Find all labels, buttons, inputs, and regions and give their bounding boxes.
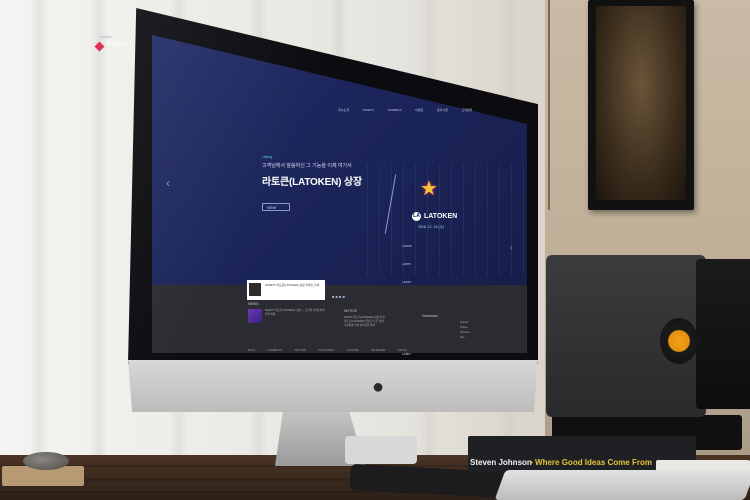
nav-item[interactable]: STARXT [363, 108, 375, 112]
topbar-link[interactable]: SIGNUP [100, 35, 112, 39]
site-logo[interactable]: STARXT [106, 42, 133, 48]
hero-title: 라토큰(LATOKEN) 상장 [262, 177, 362, 188]
social-link[interactable]: TWITTER [294, 349, 306, 352]
book-title: • Where Good Ideas Come From [530, 458, 652, 467]
play-icon[interactable] [249, 283, 261, 296]
trading-pair: LA/BTC [402, 263, 412, 266]
framed-picture-art [596, 6, 686, 200]
curtain-fold [90, 0, 108, 470]
book-author: Steven Johnson [470, 458, 532, 467]
framed-picture [588, 0, 694, 210]
keyboard [494, 470, 750, 500]
carousel-next-icon[interactable]: › [510, 243, 513, 252]
social-link[interactable]: FACEBOOK [268, 349, 282, 352]
nav-item[interactable]: 공지사항 [437, 108, 448, 112]
social-link[interactable]: BLOG [248, 349, 255, 352]
social-link[interactable]: KAKAO [398, 349, 407, 352]
social-links: BLOG FACEBOOK TWITTER INSTAGRAM YOUTUBE … [248, 338, 448, 356]
speaker-front-panel [696, 259, 750, 409]
social-link[interactable]: INSTAGRAM [318, 349, 333, 352]
hero-kicker: Listing [262, 155, 273, 159]
notice-item[interactable]: 가상화폐 거래 유의사항 안내 [344, 324, 414, 328]
carousel-dots-icon[interactable]: ■ ■ ■ ■ [332, 294, 345, 299]
nav-item[interactable]: STARBOX [388, 108, 402, 112]
stone-ornament [23, 452, 69, 470]
latoken-star-icon: ★ [420, 178, 438, 200]
latoken-badge: LA [412, 212, 421, 221]
listing-date: 2018. 12. 19 (수) [418, 225, 444, 229]
social-link[interactable]: TELEGRAM [371, 349, 385, 352]
news-label: NEWS [248, 302, 259, 306]
promo-popup-text: STARXT 라토큰(LATOKEN) 상장 이벤트 안내 [265, 283, 320, 287]
hero-subtitle: 고객님께서 말씀하신 그 기능을 이제 여기서 [262, 163, 352, 169]
social-link[interactable]: YOUTUBE [346, 349, 359, 352]
notice-list: StarXT 라토큰(LATOKEN) 상장 안내 라토큰(LATOKEN) 입… [344, 316, 414, 328]
nav-item[interactable]: 이벤트 [415, 108, 423, 112]
hero-view-button[interactable]: VIEW [262, 203, 290, 211]
blind-pull-cord [548, 0, 550, 210]
partner-name: LATOKEN [424, 213, 458, 220]
usb-hub [345, 436, 417, 464]
nav-item[interactable]: 고객센터 [461, 108, 472, 112]
trading-pair: LA/XRP [402, 371, 412, 374]
imac-chin [128, 360, 538, 412]
download-label: Download [422, 314, 438, 318]
carousel-prev-icon[interactable]: ‹ [166, 176, 170, 190]
curtain-fold [30, 0, 48, 470]
trading-pair: LA/ETH [402, 281, 412, 284]
nav-item[interactable]: 회사소개 [338, 108, 349, 112]
trading-pair: LA/KRW [402, 245, 412, 248]
speaker-woofer-cone [660, 318, 698, 364]
apple-logo-icon: ● [372, 376, 385, 398]
download-item[interactable]: Mac [460, 335, 470, 340]
news-thumbnail[interactable] [248, 309, 262, 323]
book-title-text: Where Good Ideas Come From [535, 458, 652, 467]
news-text[interactable]: StarXT '라토큰(LATOKEN)' 상장 — 글로벌 거래소와의 협력 … [265, 309, 327, 316]
notice-label: NOTICE [344, 309, 358, 313]
main-nav: 회사소개 STARXT STARBOX 이벤트 공지사항 고객센터 [338, 98, 538, 112]
download-list: Android iPhone Windows Mac [460, 320, 470, 340]
